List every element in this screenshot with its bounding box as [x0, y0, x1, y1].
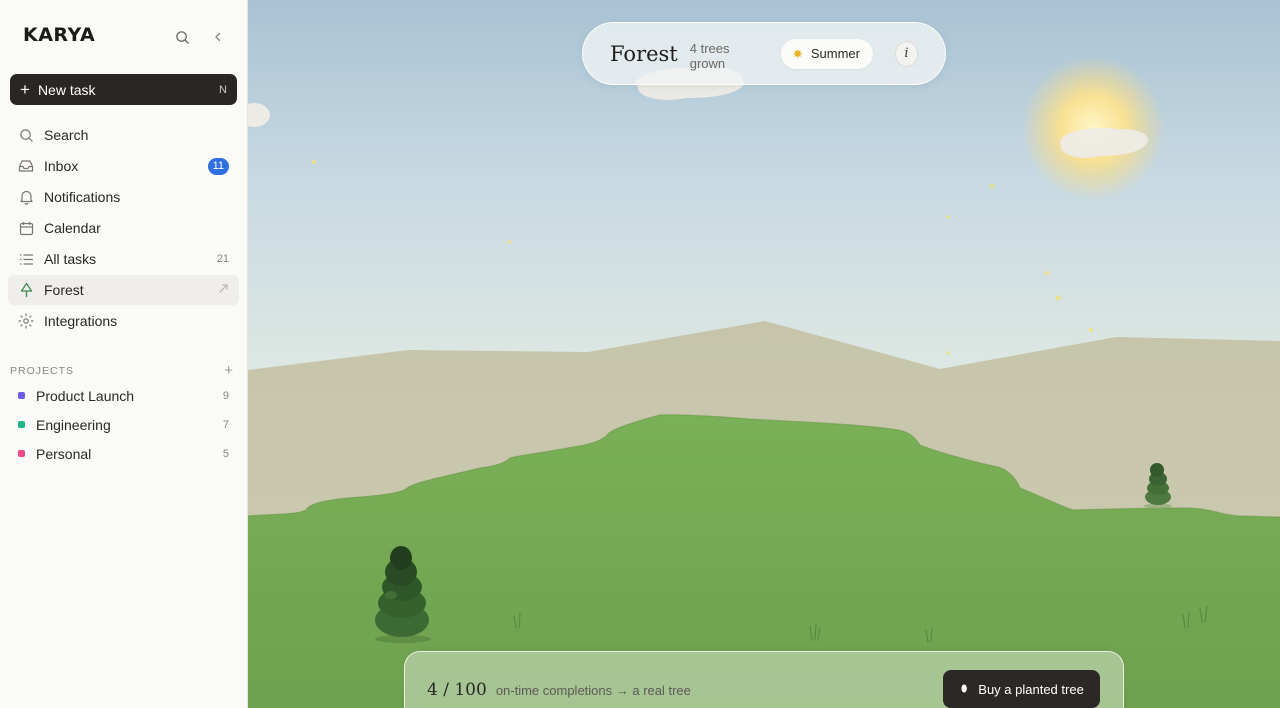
inbox-icon	[18, 158, 34, 174]
project-item-product-launch[interactable]: Product Launch 9	[8, 381, 239, 410]
progress-description: on-time completions → a real tree	[495, 683, 691, 698]
project-label: Personal	[36, 445, 92, 462]
arrow-up-right-icon	[218, 283, 229, 297]
search-icon	[18, 127, 34, 143]
info-button[interactable]: i	[894, 40, 918, 67]
sun-icon: ✸	[792, 46, 803, 61]
integrations-icon	[18, 313, 34, 329]
nav-item-label: Notifications	[44, 189, 121, 205]
list-icon	[18, 251, 34, 267]
plus-icon: +	[20, 80, 30, 99]
add-project-icon[interactable]: +	[224, 362, 234, 379]
project-color-dot	[18, 392, 25, 399]
projects-list: Product Launch 9 Engineering 7 Personal …	[8, 381, 239, 468]
nav-item-label: Forest	[44, 282, 84, 298]
nav-item-search[interactable]: Search	[8, 120, 239, 150]
seed-icon: ⬮	[961, 683, 968, 695]
progress-panel: 4 / 100 on-time completions → a real tre…	[404, 651, 1124, 708]
forest-header: Forest 4 trees grown ✸ Summer i	[582, 22, 946, 85]
main-nav: Search Inbox 11 Notifications Calendar A…	[8, 120, 239, 337]
nav-item-label: All tasks	[44, 251, 97, 267]
projects-header: PROJECTS +	[10, 362, 234, 379]
project-count: 7	[222, 418, 229, 431]
progress-count: 4 / 100	[427, 680, 487, 700]
project-color-dot	[18, 450, 25, 457]
buy-button-label: Buy a planted tree	[978, 681, 1084, 697]
nav-item-inbox[interactable]: Inbox 11	[8, 151, 239, 181]
season-label: Summer	[810, 46, 860, 61]
trees-grown-count: 4 trees grown	[689, 40, 730, 71]
new-task-shortcut: N	[219, 83, 227, 96]
project-label: Product Launch	[36, 387, 135, 404]
project-item-personal[interactable]: Personal 5	[8, 439, 239, 468]
sidebar: KARYA + New task N Search Inbox 11 Notif…	[0, 0, 248, 708]
all-tasks-count: 21	[216, 253, 229, 265]
forest-landscape	[248, 0, 1280, 708]
calendar-icon	[18, 220, 34, 236]
nav-item-all-tasks[interactable]: All tasks 21	[8, 244, 239, 274]
tree-icon	[18, 282, 34, 298]
nav-item-calendar[interactable]: Calendar	[8, 213, 239, 243]
nav-item-label: Search	[44, 127, 89, 143]
search-icon[interactable]	[173, 28, 191, 46]
forest-scene: Forest 4 trees grown ✸ Summer i 4 / 100 …	[248, 0, 1280, 708]
nav-item-forest[interactable]: Forest	[8, 275, 239, 305]
collapse-sidebar-icon[interactable]	[209, 28, 227, 46]
brand-logo[interactable]: KARYA	[23, 24, 95, 46]
project-label: Engineering	[36, 416, 111, 433]
nav-item-notifications[interactable]: Notifications	[8, 182, 239, 212]
project-count: 9	[222, 389, 229, 402]
page-title: Forest	[610, 41, 678, 66]
new-task-button[interactable]: + New task N	[10, 74, 237, 105]
buy-planted-tree-button[interactable]: ⬮ Buy a planted tree	[943, 670, 1100, 708]
sun	[1021, 56, 1165, 200]
progress-text: 4 / 100 on-time completions → a real tre…	[427, 680, 691, 700]
project-color-dot	[18, 421, 25, 428]
season-toggle[interactable]: ✸ Summer	[780, 38, 873, 69]
project-item-engineering[interactable]: Engineering 7	[8, 410, 239, 439]
inbox-count-badge: 11	[207, 157, 229, 175]
projects-heading: PROJECTS	[10, 364, 75, 377]
project-count: 5	[222, 447, 229, 460]
nav-item-label: Calendar	[44, 220, 101, 236]
bell-icon	[18, 189, 34, 205]
nav-item-integrations[interactable]: Integrations	[8, 306, 239, 336]
new-task-label: New task	[37, 81, 96, 98]
nav-item-label: Integrations	[44, 313, 118, 329]
nav-item-label: Inbox	[44, 158, 79, 174]
